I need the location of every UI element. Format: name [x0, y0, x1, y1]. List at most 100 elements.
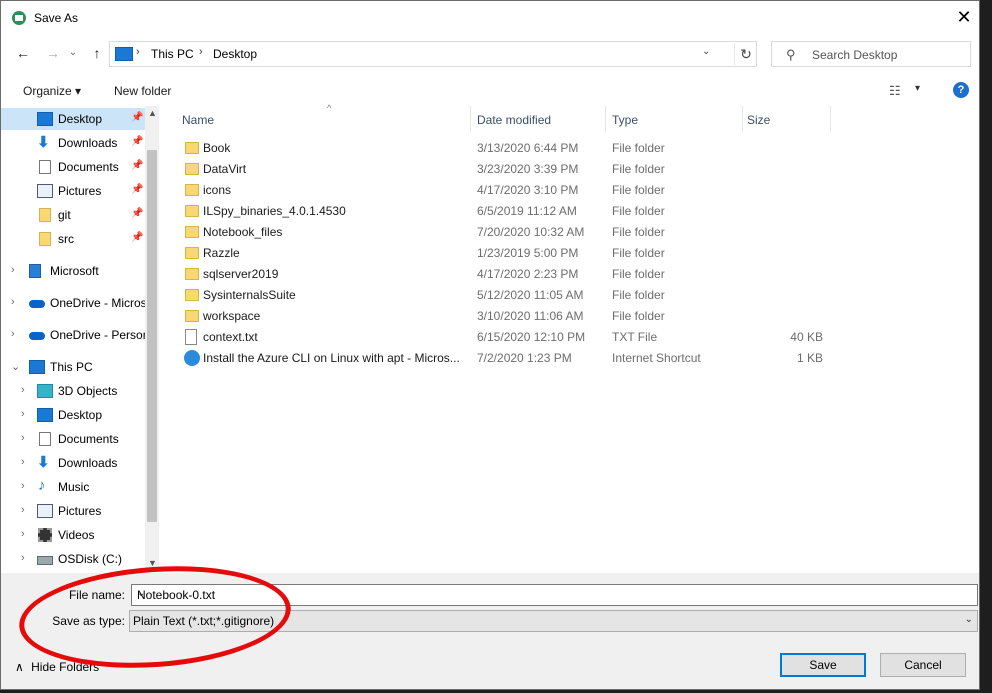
breadcrumb-this-pc[interactable]: This PC	[151, 47, 194, 61]
file-type: File folder	[612, 288, 665, 302]
file-row[interactable]: DataVirt 3/23/2020 3:39 PM File folder	[179, 159, 839, 180]
file-name: Notebook_files	[203, 225, 283, 239]
folder-icon	[185, 268, 199, 280]
hide-folders-button[interactable]: ∧ Hide Folders	[15, 660, 99, 674]
sidebar-item-documents[interactable]: Documents 📌	[1, 156, 145, 178]
file-row[interactable]: Install the Azure CLI on Linux with apt …	[179, 348, 839, 369]
chevron-right-icon[interactable]: ›	[21, 384, 25, 396]
address-bar[interactable]: › This PC › Desktop ⌄ ↻	[109, 41, 757, 67]
navigation-scrollbar[interactable]: ▲ ▼	[145, 106, 159, 571]
desktop-icon	[37, 408, 53, 422]
chevron-down-icon[interactable]: ⌄	[965, 614, 973, 625]
file-row[interactable]: Book 3/13/2020 6:44 PM File folder	[179, 138, 839, 159]
file-row[interactable]: sqlserver2019 4/17/2020 2:23 PM File folde…	[179, 264, 839, 285]
window-title: Save As	[34, 11, 79, 25]
sidebar-item-pictures[interactable]: Pictures 📌	[1, 180, 145, 202]
pin-icon: 📌	[131, 160, 144, 171]
column-label: Name	[182, 113, 215, 127]
sidebar-item-videos[interactable]: › Videos	[1, 524, 145, 546]
column-header-date[interactable]: Date modified	[471, 106, 606, 132]
file-row[interactable]: icons 4/17/2020 3:10 PM File folder	[179, 180, 839, 201]
scroll-down-icon[interactable]: ▼	[148, 558, 157, 568]
new-folder-button[interactable]: New folder	[114, 84, 171, 98]
sidebar-item-music[interactable]: › ♪ Music	[1, 476, 145, 498]
sidebar-item-onedrive-personal[interactable]: › OneDrive - Person	[1, 324, 149, 346]
chevron-right-icon[interactable]: ›	[11, 328, 15, 340]
sidebar-item-desktop[interactable]: Desktop 📌	[1, 108, 145, 130]
pin-icon: 📌	[131, 232, 144, 243]
recent-locations-dropdown[interactable]: ⌄	[63, 43, 83, 63]
address-dropdown-icon[interactable]: ⌄	[702, 46, 710, 57]
sidebar-item-desktop-pc[interactable]: › Desktop	[1, 404, 145, 426]
search-box[interactable]: ⚲ Search Desktop	[771, 41, 971, 67]
chevron-right-icon[interactable]: ›	[21, 504, 25, 516]
download-icon: ⬇	[37, 134, 50, 151]
organize-button[interactable]: Organize ▾	[23, 84, 81, 98]
app-icon	[12, 11, 26, 25]
sidebar-item-pictures-pc[interactable]: › Pictures	[1, 500, 145, 522]
sidebar-item-3d-objects[interactable]: › 3D Objects	[1, 380, 145, 402]
sidebar-item-onedrive-microsoft[interactable]: › OneDrive - Micros	[1, 292, 147, 314]
breadcrumb-desktop[interactable]: Desktop	[213, 47, 257, 61]
file-date: 3/23/2020 3:39 PM	[477, 162, 579, 176]
sidebar-item-downloads[interactable]: ⬇ Downloads 📌	[1, 132, 145, 154]
up-button[interactable]: ↑	[87, 43, 107, 63]
sidebar-item-osdisk[interactable]: › OSDisk (C:)	[1, 548, 145, 570]
view-options-icon[interactable]: ☷	[889, 83, 901, 99]
navigation-pane: Desktop 📌 ⬇ Downloads 📌 Documents 📌 Pict…	[1, 106, 159, 571]
chevron-right-icon[interactable]: ›	[21, 456, 25, 468]
chevron-right-icon[interactable]: ›	[21, 408, 25, 420]
back-button[interactable]: ←	[13, 43, 33, 63]
file-row[interactable]: context.txt 6/15/2020 12:10 PM TXT File 40 …	[179, 327, 839, 348]
chevron-right-icon[interactable]: ›	[21, 552, 25, 564]
sidebar-item-downloads-pc[interactable]: › ⬇ Downloads	[1, 452, 145, 474]
save-button[interactable]: Save	[780, 653, 866, 677]
column-header-size[interactable]: Size	[743, 106, 831, 132]
sidebar-item-this-pc[interactable]: ⌄ This PC	[1, 356, 145, 378]
file-size: 1 KB	[796, 351, 823, 365]
chevron-down-icon[interactable]: ⌄	[11, 360, 20, 373]
chevron-down-icon[interactable]: ⌄	[137, 588, 973, 599]
scrollbar-thumb[interactable]	[147, 150, 157, 522]
videos-icon	[38, 528, 52, 542]
navigation-row: ← → ⌄ ↑ › This PC › Desktop ⌄ ↻ ⚲ Search…	[1, 39, 979, 69]
column-label: Size	[747, 113, 771, 127]
file-name-input[interactable]: Notebook-0.txt ⌄	[131, 584, 978, 606]
file-row[interactable]: SysinternalsSuite 5/12/2020 11:05 AM File …	[179, 285, 839, 306]
file-size: 40 KB	[790, 330, 823, 344]
file-row[interactable]: Razzle 1/23/2019 5:00 PM File folder	[179, 243, 839, 264]
file-type: File folder	[612, 267, 665, 281]
sidebar-item-src[interactable]: src 📌	[1, 228, 145, 250]
search-icon: ⚲	[786, 47, 796, 62]
sidebar-item-git[interactable]: git 📌	[1, 204, 145, 226]
file-date: 6/15/2020 12:10 PM	[477, 330, 586, 344]
file-row[interactable]: Notebook_files 7/20/2020 10:32 AM File fol…	[179, 222, 839, 243]
sidebar-item-microsoft[interactable]: › Microsoft	[1, 260, 145, 282]
chevron-right-icon[interactable]: ›	[21, 528, 25, 540]
column-header-type[interactable]: Type	[606, 106, 743, 132]
scroll-up-icon[interactable]: ▲	[148, 108, 157, 118]
column-header-name[interactable]: ^ Name	[169, 103, 471, 132]
folder-icon	[185, 163, 199, 175]
sidebar-item-label: Documents	[58, 160, 119, 174]
sidebar-item-label: This PC	[50, 360, 93, 374]
file-row[interactable]: ILSpy_binaries_4.0.1.4530 6/5/2019 11:12 …	[179, 201, 839, 222]
file-list: ^ Name Date modified Type Size Book 3/13/…	[161, 103, 979, 571]
forward-button[interactable]: →	[43, 43, 63, 63]
cancel-button[interactable]: Cancel	[880, 653, 966, 677]
chevron-right-icon[interactable]: ›	[21, 432, 25, 444]
save-type-select[interactable]: Plain Text (*.txt;*.gitignore) ⌄	[129, 610, 978, 632]
chevron-right-icon[interactable]: ›	[11, 296, 15, 308]
help-icon[interactable]: ?	[953, 82, 969, 98]
file-row[interactable]: workspace 3/10/2020 11:06 AM File folder	[179, 306, 839, 327]
file-date: 7/2/2020 1:23 PM	[477, 351, 572, 365]
chevron-right-icon[interactable]: ›	[21, 480, 25, 492]
sidebar-item-documents-pc[interactable]: › Documents	[1, 428, 145, 450]
close-button[interactable]: ✕	[953, 5, 975, 29]
microsoft-icon	[29, 264, 41, 278]
pictures-icon	[37, 504, 53, 518]
file-name: DataVirt	[203, 162, 247, 176]
refresh-button[interactable]: ↻	[734, 43, 757, 65]
view-dropdown-icon[interactable]: ▾	[915, 83, 920, 94]
chevron-right-icon[interactable]: ›	[11, 264, 15, 276]
